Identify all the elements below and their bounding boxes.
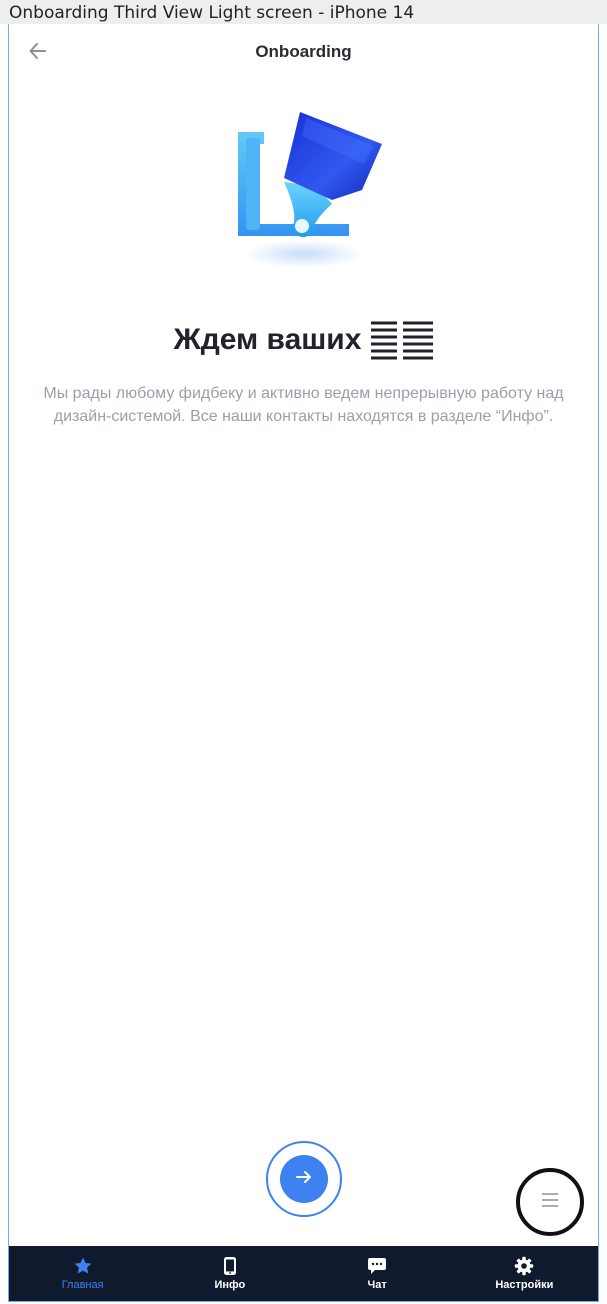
next-button-inner[interactable] xyxy=(280,1155,328,1203)
redacted-text-block xyxy=(371,320,434,360)
headline: Ждем ваших xyxy=(9,320,598,360)
tab-bar: Главная Инфо Чат Настройки xyxy=(9,1246,598,1301)
tab-label-info: Инфо xyxy=(214,1279,246,1291)
tab-label-home: Главная xyxy=(61,1279,104,1291)
star-icon xyxy=(73,1256,93,1276)
tab-home[interactable]: Главная xyxy=(9,1246,156,1301)
gear-icon xyxy=(514,1256,534,1276)
paint-brush-illustration xyxy=(224,104,394,274)
phone-icon xyxy=(220,1256,240,1276)
hamburger-icon xyxy=(541,1192,559,1213)
menu-button[interactable] xyxy=(516,1168,584,1236)
navbar: Onboarding xyxy=(9,24,598,82)
device-screen: Onboarding Ждем ваших Мы рады любому фид… xyxy=(8,24,599,1302)
subtitle-text: Мы рады любому фидбеку и активно ведем н… xyxy=(43,385,564,425)
tab-info[interactable]: Инфо xyxy=(156,1246,303,1301)
next-button[interactable] xyxy=(266,1141,342,1217)
arrow-right-icon xyxy=(295,1168,313,1191)
page-title: Onboarding xyxy=(255,42,352,61)
chat-icon xyxy=(367,1256,387,1276)
headline-text: Ждем ваших xyxy=(173,323,362,356)
tab-label-chat: Чат xyxy=(367,1279,387,1291)
tab-settings[interactable]: Настройки xyxy=(451,1246,598,1301)
frame-title: Onboarding Third View Light screen - iPh… xyxy=(0,0,607,24)
tab-chat[interactable]: Чат xyxy=(304,1246,451,1301)
tab-label-settings: Настройки xyxy=(495,1279,554,1291)
